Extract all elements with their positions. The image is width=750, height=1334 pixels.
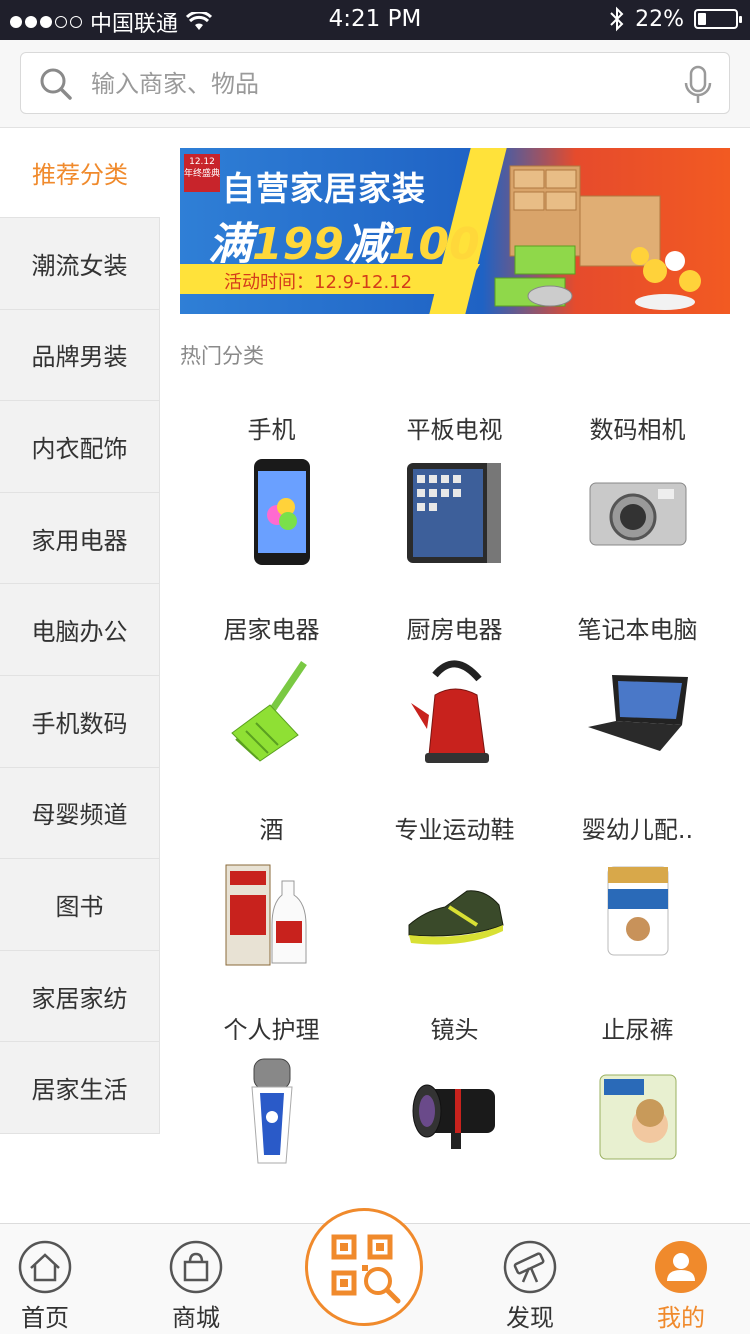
lens-icon [412, 1084, 495, 1149]
bluetooth-icon [610, 6, 624, 32]
sidebar-item-home-appliances[interactable]: 家用电器 [0, 492, 160, 585]
category-kitchen-appliances[interactable]: 厨房电器 [363, 600, 546, 800]
search-box[interactable] [20, 52, 730, 114]
telescope-icon [503, 1240, 557, 1294]
status-right: 22% [609, 6, 742, 32]
category-label: 专业运动鞋 [394, 816, 515, 844]
category-label: 手机 [247, 416, 296, 444]
liquor-icon [225, 864, 307, 966]
shopping-bag-icon [169, 1240, 223, 1294]
sidebar-item-home-textiles[interactable]: 家居家纺 [0, 950, 160, 1043]
battery-icon [694, 9, 742, 29]
promo-threshold: 199 [252, 219, 344, 270]
user-avatar-icon [655, 1241, 707, 1293]
home-goods-image [494, 165, 701, 310]
banner-title: 自营家居家装 [222, 169, 426, 208]
category-label: 酒 [259, 816, 284, 844]
tablet-icon [407, 463, 501, 563]
sidebar-item-computers-office[interactable]: 电脑办公 [0, 584, 160, 676]
sidebar-item-recommended[interactable]: 推荐分类 [0, 128, 160, 218]
search-input[interactable] [91, 63, 671, 105]
category-label: 笔记本电脑 [577, 616, 698, 644]
category-label: 厨房电器 [406, 616, 503, 644]
sidebar-item-mother-baby[interactable]: 母婴频道 [0, 767, 160, 860]
category-laptop[interactable]: 笔记本电脑 [546, 600, 729, 800]
nav-discover-label: 发现 [506, 1304, 554, 1332]
sidebar-item-phones-digital[interactable]: 手机数码 [0, 675, 160, 768]
promo-banner[interactable]: 12.12 年终盛典 自营家居家装 满199减100 活动时间：12.9-12.… [180, 148, 730, 314]
broom-icon [231, 661, 307, 762]
category-home-appliances[interactable]: 居家电器 [180, 600, 363, 800]
category-label: 居家电器 [223, 616, 320, 644]
sneaker-icon [408, 890, 504, 945]
category-diapers[interactable]: 止尿裤 [546, 1000, 729, 1200]
nav-mine[interactable]: 我的 [626, 1224, 736, 1334]
nav-home[interactable]: 首页 [0, 1224, 100, 1334]
nav-mine-label: 我的 [657, 1304, 705, 1332]
category-digital-camera[interactable]: 数码相机 [546, 400, 729, 600]
sidebar-item-home-living[interactable]: 居家生活 [0, 1042, 160, 1134]
category-camera-lens[interactable]: 镜头 [363, 1000, 546, 1200]
kettle-icon [411, 660, 489, 763]
search-icon [40, 68, 72, 100]
sidebar-item-underwear-accessories[interactable]: 内衣配饰 [0, 401, 160, 493]
milk-powder-icon [607, 866, 669, 956]
category-label: 平板电视 [406, 416, 503, 444]
battery-percent: 22% [635, 6, 684, 32]
microphone-icon[interactable] [683, 65, 713, 105]
category-phone[interactable]: 手机 [180, 400, 363, 600]
scan-qr-button[interactable] [305, 1208, 423, 1326]
category-label: 婴幼儿配.. [581, 816, 694, 844]
nav-mall-label: 商城 [172, 1304, 220, 1332]
category-label: 个人护理 [223, 1016, 320, 1044]
shaver-icon [251, 1058, 293, 1164]
banner-badge: 12.12 年终盛典 [184, 154, 220, 192]
sidebar-item-women-fashion[interactable]: 潮流女装 [0, 218, 160, 310]
category-sports-shoes[interactable]: 专业运动鞋 [363, 800, 546, 1000]
category-label: 数码相机 [589, 416, 686, 444]
category-liquor[interactable]: 酒 [180, 800, 363, 1000]
category-label: 镜头 [430, 1016, 479, 1044]
home-icon [18, 1240, 72, 1294]
qr-scan-icon [331, 1234, 401, 1304]
banner-date: 活动时间：12.9-12.12 [224, 272, 413, 293]
category-infant-formula[interactable]: 婴幼儿配.. [546, 800, 729, 1000]
banner-promo: 满199减100 [208, 208, 480, 272]
status-bar: 中国联通 4:21 PM 22% [0, 0, 750, 40]
promo-discount: 100 [387, 219, 480, 270]
camera-icon [589, 482, 687, 546]
nav-mall[interactable]: 商城 [141, 1224, 251, 1334]
nav-home-label: 首页 [21, 1304, 69, 1332]
smartphone-icon [254, 459, 310, 565]
sidebar-item-men-brands[interactable]: 品牌男装 [0, 309, 160, 402]
category-tv-tablet[interactable]: 平板电视 [363, 400, 546, 600]
laptop-icon [588, 675, 688, 751]
sidebar-item-books[interactable]: 图书 [0, 859, 160, 951]
category-personal-care[interactable]: 个人护理 [180, 1000, 363, 1200]
nav-discover[interactable]: 发现 [475, 1224, 585, 1334]
category-label: 止尿裤 [601, 1016, 674, 1044]
diaper-icon [599, 1074, 677, 1160]
promo-prefix: 满 [208, 219, 252, 270]
promo-mid: 减 [343, 219, 388, 270]
search-bar [0, 40, 750, 128]
hot-categories-title: 热门分类 [180, 344, 264, 368]
category-sidebar: 推荐分类 潮流女装 品牌男装 内衣配饰 家用电器 电脑办公 手机数码 母婴频道 … [0, 128, 160, 1134]
